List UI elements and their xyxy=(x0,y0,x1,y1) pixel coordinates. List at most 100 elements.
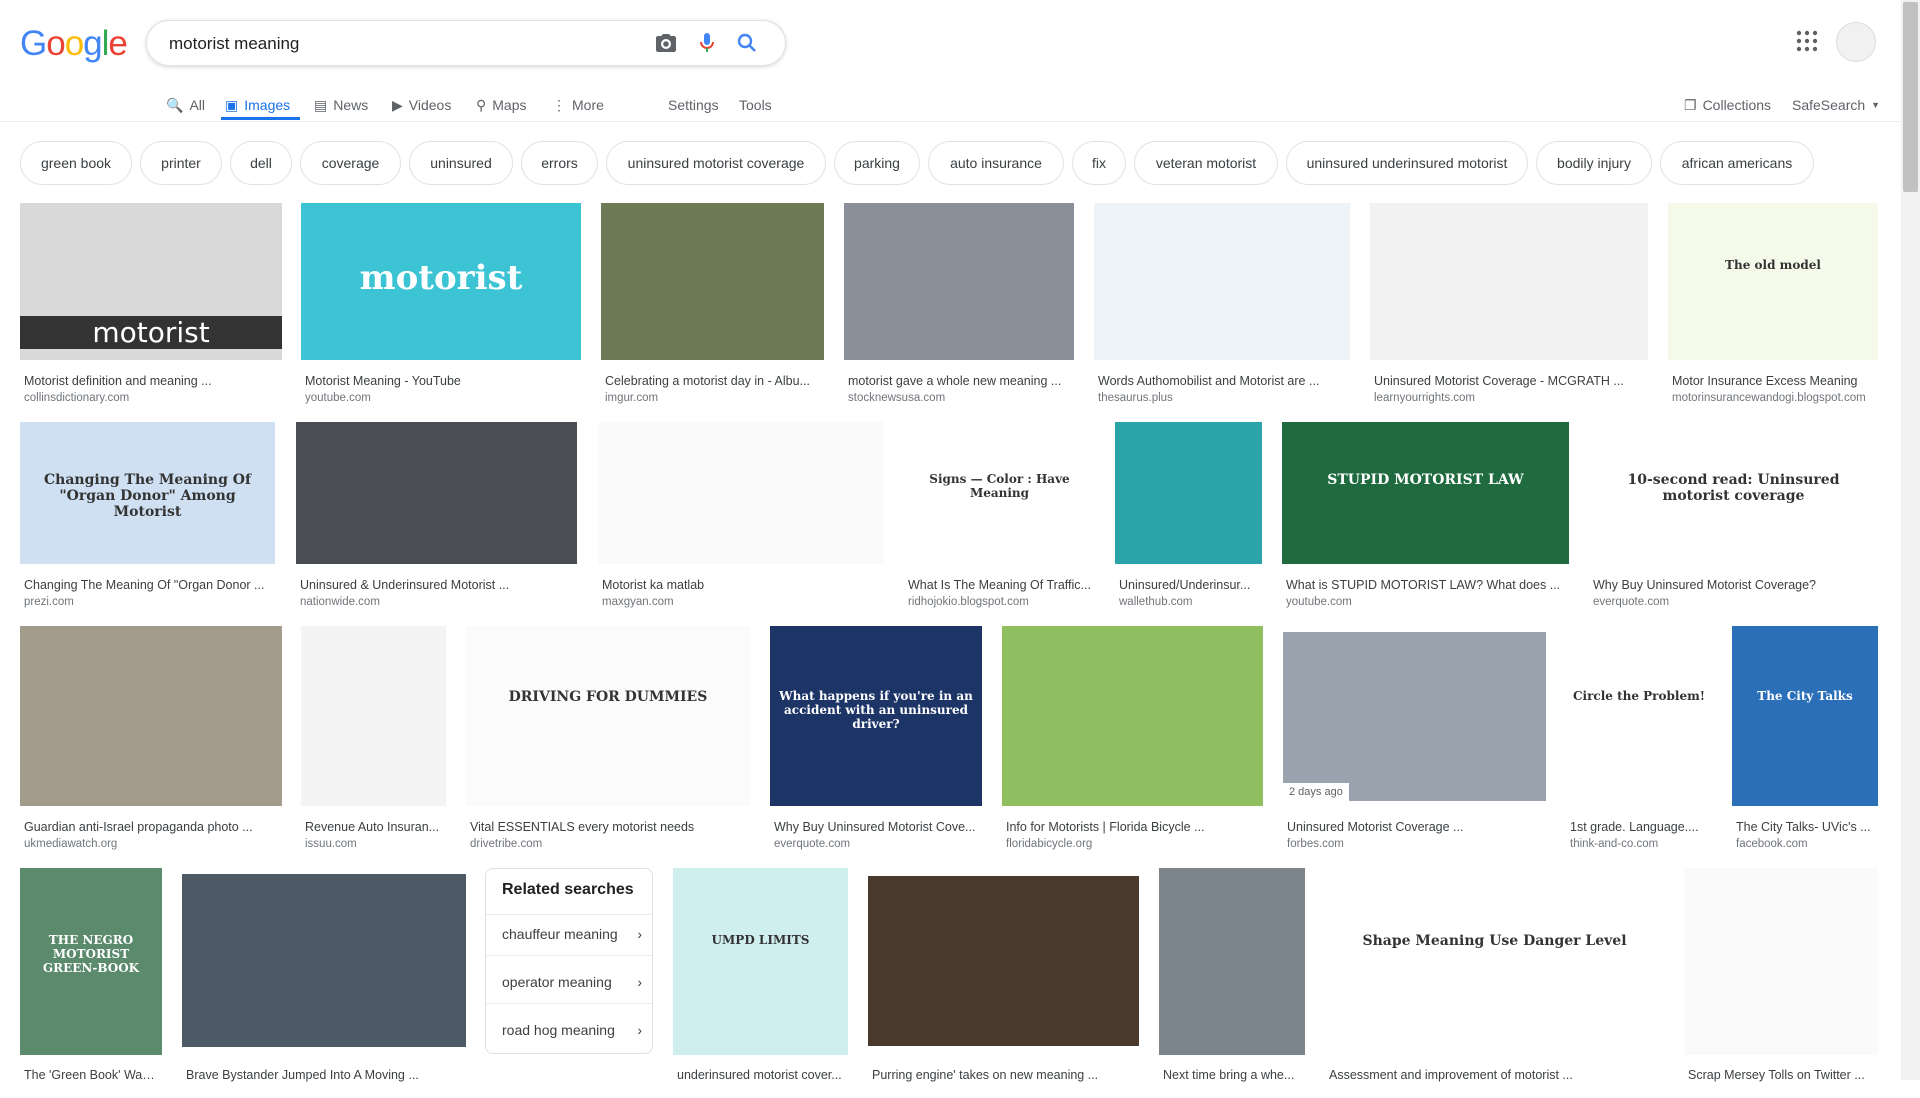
image-result[interactable]: Info for Motorists | Florida Bicycle ...… xyxy=(1002,626,1263,850)
result-title[interactable]: 1st grade. Language.... xyxy=(1570,820,1708,834)
chip-printer[interactable]: printer xyxy=(140,141,222,185)
result-source[interactable]: maxgyan.com xyxy=(602,596,880,608)
result-title[interactable]: Motorist ka matlab xyxy=(602,578,880,592)
result-source[interactable]: ridhojokio.blogspot.com xyxy=(908,596,1091,608)
result-thumbnail[interactable] xyxy=(1370,203,1648,360)
result-source[interactable]: ukmediawatch.org xyxy=(24,838,278,850)
result-thumbnail[interactable] xyxy=(598,422,884,564)
result-source[interactable]: collinsdictionary.com xyxy=(24,392,278,404)
result-source[interactable]: facebook.com xyxy=(1736,838,1874,850)
image-result[interactable]: Scrap Mersey Tolls on Twitter ... xyxy=(1684,868,1878,1098)
result-thumbnail[interactable] xyxy=(868,876,1139,1046)
image-result[interactable]: 2 days ago Uninsured Motorist Coverage ..… xyxy=(1283,632,1546,850)
search-input[interactable] xyxy=(167,21,641,67)
chip-uninsured-underinsured-motorist[interactable]: uninsured underinsured motorist xyxy=(1286,141,1528,185)
result-source[interactable]: think-and-co.com xyxy=(1570,838,1708,850)
result-source[interactable]: youtube.com xyxy=(305,392,577,404)
tab-news[interactable]: ▤ News xyxy=(314,90,368,120)
result-title[interactable]: Words Authomobilist and Motorist are ... xyxy=(1098,374,1346,388)
result-source[interactable]: everquote.com xyxy=(774,838,978,850)
result-source[interactable]: prezi.com xyxy=(24,596,271,608)
result-thumbnail[interactable]: Shape Meaning Use Danger Level xyxy=(1325,868,1664,1055)
result-thumbnail[interactable] xyxy=(601,203,824,360)
image-result[interactable]: Celebrating a motorist day in - Albu... i… xyxy=(601,203,824,404)
result-thumbnail[interactable]: THE NEGRO MOTORIST GREEN-BOOK xyxy=(20,868,162,1055)
result-title[interactable]: Uninsured/Underinsur... xyxy=(1119,578,1258,592)
chip-uninsured[interactable]: uninsured xyxy=(409,141,513,185)
result-thumbnail[interactable]: DRIVING FOR DUMMIES xyxy=(466,626,750,806)
result-source[interactable]: stocknewsusa.com xyxy=(848,392,1070,404)
chip-errors[interactable]: errors xyxy=(521,141,598,185)
result-thumbnail[interactable]: 10-second read: Uninsured motorist cover… xyxy=(1589,422,1878,564)
result-title[interactable]: Why Buy Uninsured Motorist Coverage? xyxy=(1593,578,1874,592)
result-thumbnail[interactable]: The City Talks xyxy=(1732,626,1878,806)
related-item[interactable]: chauffeur meaning › xyxy=(502,926,642,942)
image-result[interactable]: Motorist ka matlab maxgyan.com xyxy=(598,422,884,608)
image-result[interactable]: Guardian anti-Israel propaganda photo ..… xyxy=(20,626,282,850)
chip-parking[interactable]: parking xyxy=(834,141,920,185)
image-result[interactable]: Shape Meaning Use Danger Level Assessment… xyxy=(1325,868,1664,1098)
result-thumbnail[interactable] xyxy=(844,203,1074,360)
image-result[interactable]: Uninsured Motorist Coverage - MCGRATH ..… xyxy=(1370,203,1648,404)
result-thumbnail[interactable] xyxy=(296,422,577,564)
result-title[interactable]: Changing The Meaning Of "Organ Donor ... xyxy=(24,578,271,592)
image-result[interactable]: STUPID MOTORIST LAW What is STUPID MOTORI… xyxy=(1282,422,1569,608)
image-result[interactable]: What happens if you're in an accident wi… xyxy=(770,626,982,850)
result-source[interactable]: floridabicycle.org xyxy=(1006,838,1259,850)
microphone-icon[interactable] xyxy=(695,31,719,55)
result-thumbnail[interactable]: Signs — Color : Have Meaning xyxy=(904,422,1095,564)
result-source[interactable]: learnyourrights.com xyxy=(1374,392,1644,404)
scrollbar-thumb[interactable] xyxy=(1903,2,1918,192)
result-thumbnail[interactable]: The old model xyxy=(1668,203,1878,360)
result-title[interactable]: What is STUPID MOTORIST LAW? What does .… xyxy=(1286,578,1565,592)
chip-uninsured-motorist-coverage[interactable]: uninsured motorist coverage xyxy=(606,141,826,185)
image-result[interactable]: Words Authomobilist and Motorist are ...… xyxy=(1094,203,1350,404)
apps-grid-icon[interactable] xyxy=(1796,30,1818,52)
collections-link[interactable]: ❐ Collections xyxy=(1684,90,1771,120)
image-result[interactable]: motorist gave a whole new meaning ... sto… xyxy=(844,203,1074,404)
result-title[interactable]: Uninsured Motorist Coverage ... xyxy=(1287,820,1542,834)
result-thumbnail[interactable]: motorist xyxy=(20,203,282,360)
result-thumbnail[interactable] xyxy=(182,874,466,1047)
result-title[interactable]: Motorist definition and meaning ... xyxy=(24,374,278,388)
image-result[interactable]: Changing The Meaning Of "Organ Donor" Am… xyxy=(20,422,275,608)
image-result[interactable]: The City Talks The City Talks- UVic's ...… xyxy=(1732,626,1878,850)
result-thumbnail[interactable] xyxy=(1094,203,1350,360)
image-result[interactable]: Brave Bystander Jumped Into A Moving ... xyxy=(182,874,466,1098)
result-thumbnail[interactable]: Changing The Meaning Of "Organ Donor" Am… xyxy=(20,422,275,564)
chip-coverage[interactable]: coverage xyxy=(300,141,401,185)
result-title[interactable]: motorist gave a whole new meaning ... xyxy=(848,374,1070,388)
result-thumbnail[interactable]: 2 days ago xyxy=(1283,632,1546,801)
camera-icon[interactable] xyxy=(654,31,678,55)
tab-videos[interactable]: ▶ Videos xyxy=(392,90,451,120)
result-source[interactable]: wallethub.com xyxy=(1119,596,1258,608)
image-result[interactable]: DRIVING FOR DUMMIES Vital ESSENTIALS ever… xyxy=(466,626,750,850)
chip-veteran-motorist[interactable]: veteran motorist xyxy=(1134,141,1278,185)
related-item[interactable]: road hog meaning › xyxy=(502,1022,642,1038)
result-title[interactable]: What Is The Meaning Of Traffic... xyxy=(908,578,1091,592)
tab-images[interactable]: ▣ Images xyxy=(225,90,290,120)
result-title[interactable]: Vital ESSENTIALS every motorist needs xyxy=(470,820,746,834)
tab-tools[interactable]: Tools xyxy=(739,90,772,120)
result-title[interactable]: Celebrating a motorist day in - Albu... xyxy=(605,374,820,388)
result-title[interactable]: Revenue Auto Insuran... xyxy=(305,820,442,834)
result-source[interactable]: thesaurus.plus xyxy=(1098,392,1346,404)
tab-settings[interactable]: Settings xyxy=(668,90,719,120)
result-title[interactable]: Info for Motorists | Florida Bicycle ... xyxy=(1006,820,1259,834)
result-title[interactable]: Uninsured & Underinsured Motorist ... xyxy=(300,578,573,592)
related-item[interactable]: operator meaning › xyxy=(502,974,642,990)
image-result[interactable]: Circle the Problem! 1st grade. Language..… xyxy=(1566,626,1712,850)
result-thumbnail[interactable]: motorist xyxy=(301,203,581,360)
result-source[interactable]: issuu.com xyxy=(305,838,442,850)
tab-all[interactable]: 🔍 All xyxy=(166,90,205,120)
image-result[interactable]: 10-second read: Uninsured motorist cover… xyxy=(1589,422,1878,608)
result-source[interactable]: forbes.com xyxy=(1287,838,1542,850)
result-title[interactable]: Guardian anti-Israel propaganda photo ..… xyxy=(24,820,278,834)
result-title[interactable]: Why Buy Uninsured Motorist Cove... xyxy=(774,820,978,834)
image-result[interactable]: Uninsured & Underinsured Motorist ... nat… xyxy=(296,422,577,608)
result-thumbnail[interactable] xyxy=(1115,422,1262,564)
result-thumbnail[interactable] xyxy=(301,626,446,806)
image-result[interactable]: Next time bring a whe... xyxy=(1159,868,1305,1098)
chip-dell[interactable]: dell xyxy=(230,141,292,185)
result-source[interactable]: drivetribe.com xyxy=(470,838,746,850)
